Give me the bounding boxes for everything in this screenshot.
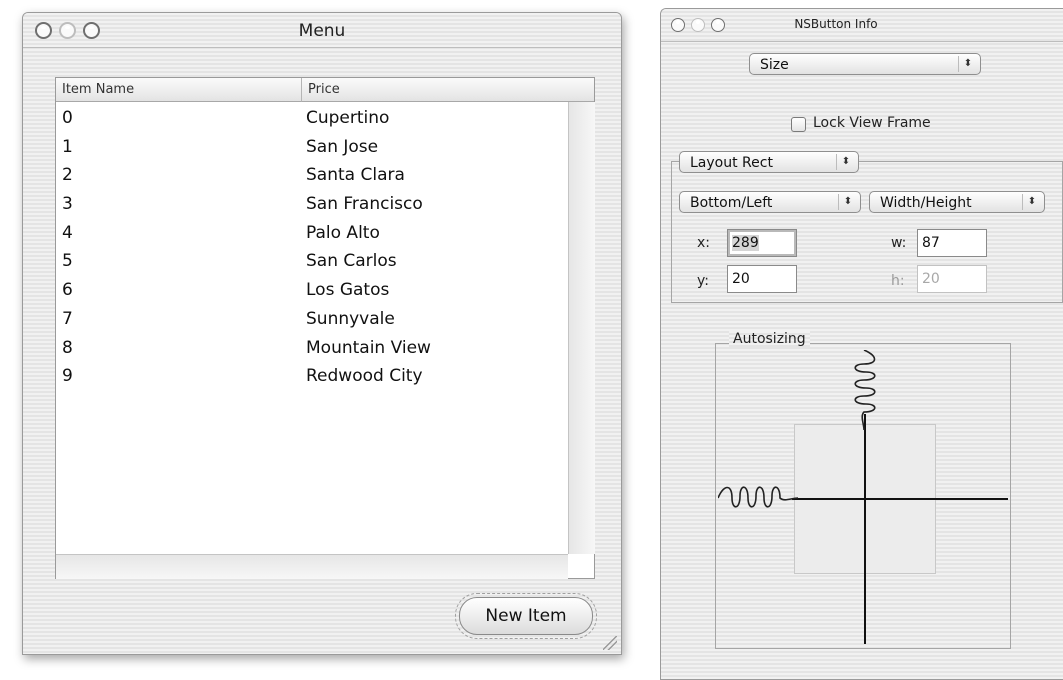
y-field[interactable]: 20 xyxy=(727,265,797,293)
cell-price[interactable]: Sunnyvale xyxy=(306,305,395,334)
cell-price[interactable]: Santa Clara xyxy=(306,161,405,190)
table-row[interactable]: 3 San Francisco xyxy=(56,190,568,219)
cell-item-name[interactable]: 4 xyxy=(62,219,73,248)
h-label: h: xyxy=(891,273,905,289)
spring-icon[interactable] xyxy=(718,482,798,512)
popup-value: Layout Rect xyxy=(690,155,773,171)
menu-window: Menu Item Name Price 0 Cupertino 1 San Jos… xyxy=(22,12,622,655)
table-row[interactable]: 0 Cupertino xyxy=(56,104,568,133)
cell-price[interactable]: Mountain View xyxy=(306,334,431,363)
info-title-bar[interactable]: NSButton Info xyxy=(661,9,1063,42)
autosizing-height-spring[interactable] xyxy=(864,414,866,644)
table-row[interactable]: 2 Santa Clara xyxy=(56,161,568,190)
vertical-scrollbar[interactable] xyxy=(568,102,595,554)
cell-item-name[interactable]: 9 xyxy=(62,362,73,391)
cell-item-name[interactable]: 3 xyxy=(62,190,73,219)
w-value: 87 xyxy=(922,235,940,251)
cell-price[interactable]: San Carlos xyxy=(306,247,397,276)
y-label: y: xyxy=(697,273,709,289)
up-down-arrows-icon: ⬍ xyxy=(836,154,855,170)
y-value: 20 xyxy=(732,271,750,287)
cell-item-name[interactable]: 1 xyxy=(62,133,73,162)
table-row[interactable]: 8 Mountain View xyxy=(56,334,568,363)
lock-view-frame-checkbox[interactable] xyxy=(791,117,806,132)
w-label: w: xyxy=(891,235,907,251)
cell-price[interactable]: Redwood City xyxy=(306,362,423,391)
table-row[interactable]: 9 Redwood City xyxy=(56,362,568,391)
header-corner xyxy=(568,78,594,102)
layout-rect-popup[interactable]: Layout Rect ⬍ xyxy=(679,151,859,173)
new-item-button[interactable]: New Item xyxy=(455,593,597,639)
h-value: 20 xyxy=(922,271,940,287)
table-row[interactable]: 6 Los Gatos xyxy=(56,276,568,305)
cell-price[interactable]: Los Gatos xyxy=(306,276,389,305)
cell-price[interactable]: Palo Alto xyxy=(306,219,380,248)
cell-item-name[interactable]: 7 xyxy=(62,305,73,334)
table-row[interactable]: 4 Palo Alto xyxy=(56,219,568,248)
x-field[interactable]: 289 xyxy=(727,229,797,257)
cell-price[interactable]: San Jose xyxy=(306,133,378,162)
popup-value: Size xyxy=(760,57,789,73)
menu-table[interactable]: Item Name Price 0 Cupertino 1 San Jose 2 Sa… xyxy=(55,77,595,579)
cell-price[interactable]: San Francisco xyxy=(306,190,423,219)
cell-item-name[interactable]: 6 xyxy=(62,276,73,305)
horizontal-scrollbar[interactable] xyxy=(56,554,568,579)
cell-item-name[interactable]: 5 xyxy=(62,247,73,276)
info-window: NSButton Info Size ⬍ Lock View Frame Lay… xyxy=(660,8,1063,680)
resize-grip-icon[interactable] xyxy=(603,636,617,650)
up-down-arrows-icon: ⬍ xyxy=(1022,194,1041,210)
popup-value: Width/Height xyxy=(880,195,972,211)
table-row[interactable]: 5 San Carlos xyxy=(56,247,568,276)
popup-value: Bottom/Left xyxy=(690,195,773,211)
autosizing-box xyxy=(715,343,1011,649)
x-label: x: xyxy=(697,235,711,251)
window-title: Menu xyxy=(298,21,346,41)
table-row[interactable]: 1 San Jose xyxy=(56,133,568,162)
x-value: 289 xyxy=(732,235,759,251)
table-row[interactable]: 7 Sunnyvale xyxy=(56,305,568,334)
table-body: 0 Cupertino 1 San Jose 2 Santa Clara 3 San F… xyxy=(56,104,568,391)
w-field[interactable]: 87 xyxy=(917,229,987,257)
up-down-arrows-icon: ⬍ xyxy=(838,194,857,210)
menu-title-bar[interactable]: Menu xyxy=(23,13,621,48)
column-header-price[interactable]: Price xyxy=(302,78,568,102)
window-title: NSButton Info xyxy=(794,17,878,31)
autosizing-label: Autosizing xyxy=(729,331,810,347)
size-popup[interactable]: Width/Height ⬍ xyxy=(869,191,1045,213)
h-field: 20 xyxy=(917,265,987,293)
up-down-arrows-icon: ⬍ xyxy=(958,56,977,72)
autosizing-width-spring[interactable] xyxy=(792,498,1008,500)
origin-popup[interactable]: Bottom/Left ⬍ xyxy=(679,191,861,213)
inspector-pane-popup[interactable]: Size ⬍ xyxy=(749,53,981,75)
spring-icon[interactable] xyxy=(848,350,884,430)
cell-item-name[interactable]: 0 xyxy=(62,104,73,133)
column-header-item-name[interactable]: Item Name xyxy=(56,78,302,102)
cell-price[interactable]: Cupertino xyxy=(306,104,389,133)
cell-item-name[interactable]: 2 xyxy=(62,161,73,190)
cell-item-name[interactable]: 8 xyxy=(62,334,73,363)
lock-view-frame-label[interactable]: Lock View Frame xyxy=(813,115,931,131)
